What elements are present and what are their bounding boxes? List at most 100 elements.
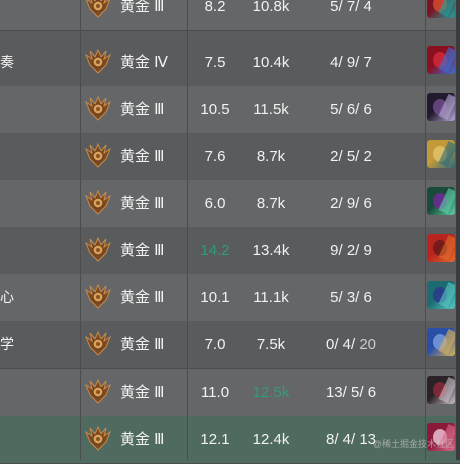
kills-value: 5 [330,0,339,15]
kda-value: 2/ 5/ 2 [330,148,372,165]
assists-value: 6 [363,101,372,118]
table-row[interactable]: 黄金 Ⅲ 14.2 13.4k 9/ 2/ 9 [0,227,460,275]
score-value: 14.2 [200,242,230,259]
kills-value: 5 [330,289,339,306]
deaths-value: 9 [346,195,356,212]
table-row[interactable]: 黄金 Ⅲ 7.6 8.7k 2/ 5/ 2 [0,133,460,181]
kills-value: 0 [325,336,335,353]
assists-value: 2 [363,148,372,165]
kills-value: 5 [330,101,339,118]
rank-label: 黄金 Ⅲ [120,289,165,306]
table-row[interactable]: 黄金 Ⅲ 6.0 8.7k 2/ 9/ 6 [0,180,460,228]
kills-value: 13 [325,384,343,401]
gold-rank-emblem-icon [84,235,112,263]
kills-value: 4 [330,54,339,71]
table-row[interactable]: 黄金 Ⅲ 11.0 12.5k 13/ 5/ 6 [0,369,460,417]
score-value: 10.1 [200,289,230,306]
assists-value: 4 [363,0,372,15]
score-value: 6.0 [204,195,226,212]
gold-value: 8.7k [256,148,286,165]
rank-label: 黄金 Ⅲ [120,195,165,212]
table-row[interactable]: 黄金 Ⅲ 10.5 11.5k 5/ 6/ 6 [0,86,460,134]
gold-value: 10.8k [252,0,290,15]
kda-value: 5/ 7/ 4 [330,0,372,15]
kda-value: 2/ 9/ 6 [330,195,372,212]
rank-label: 黄金 Ⅲ [120,336,165,353]
gold-rank-emblem-icon [84,47,112,75]
deaths-value: 4 [342,431,351,448]
gold-rank-emblem-icon [84,141,112,169]
champion-portrait[interactable] [427,376,455,404]
champion-portrait[interactable] [427,0,455,18]
assists-value: 7 [363,54,372,71]
kda-value: 5/ 3/ 6 [330,289,372,306]
gold-value: 7.5k [256,336,286,353]
kills-value: 9 [330,242,339,259]
kda-value: 4/ 9/ 7 [330,54,372,71]
deaths-value: 5 [346,148,356,165]
deaths-value: 6 [346,101,356,118]
kda-value: 5/ 6/ 6 [330,101,372,118]
kda-value: 9/ 2/ 9 [330,242,372,259]
column-divider [425,0,426,460]
rank-label: 黄金 Ⅲ [120,431,165,448]
match-scoreboard: 黄金 Ⅲ 8.2 10.8k 5/ 7/ 4 奏 黄金 Ⅳ 7.5 10.4k 4/ 9/ 7 黄… [0,0,460,464]
deaths-value: 5 [351,384,360,401]
gold-value: 12.4k [252,431,290,448]
rank-label: 黄金 Ⅲ [120,384,165,401]
score-value: 7.5 [204,54,226,71]
champion-portrait[interactable] [427,93,455,121]
gold-value: 8.7k [256,195,286,212]
champion-portrait[interactable] [427,328,455,356]
score-value: 11.0 [200,384,230,401]
rank-label: 黄金 Ⅳ [120,54,169,71]
champion-portrait[interactable] [427,281,455,309]
kda-value: 0/ 4/ 20 [325,336,377,353]
table-row[interactable]: 黄金 Ⅲ 8.2 10.8k 5/ 7/ 4 [0,0,460,31]
rank-label: 黄金 Ⅲ [120,242,165,259]
gold-rank-emblem-icon [84,0,112,19]
deaths-value: 4 [342,336,351,353]
gold-rank-emblem-icon [84,282,112,310]
score-value: 8.2 [204,0,226,15]
deaths-value: 7 [346,0,356,15]
watermark: @稀土掘金技术社区 [372,439,454,449]
rank-label: 黄金 Ⅲ [120,148,165,165]
gold-rank-emblem-icon [84,188,112,216]
kills-value: 8 [325,431,335,448]
assists-value: 6 [363,195,372,212]
champion-portrait[interactable] [427,234,455,262]
assists-value: 6 [363,289,372,306]
column-divider [187,0,188,460]
gold-value: 11.5k [253,101,289,118]
score-value: 7.0 [204,336,226,353]
player-name: 学 [0,336,14,352]
champion-portrait[interactable] [427,46,455,74]
champion-portrait[interactable] [427,187,455,215]
gold-rank-emblem-icon [84,329,112,357]
table-row[interactable]: 学 黄金 Ⅲ 7.0 7.5k 0/ 4/ 20 [0,321,460,369]
score-value: 12.1 [200,431,230,448]
score-value: 7.6 [204,148,226,165]
deaths-value: 9 [346,54,356,71]
score-value: 10.5 [200,101,230,118]
kills-value: 2 [330,148,339,165]
table-row[interactable]: 奏 黄金 Ⅳ 7.5 10.4k 4/ 9/ 7 [0,39,460,87]
assists-value: 20 [359,336,377,353]
column-divider [80,0,81,460]
gold-rank-emblem-icon [84,424,112,452]
champion-portrait[interactable] [427,140,455,168]
player-name: 心 [0,289,14,305]
rank-label: 黄金 Ⅲ [120,0,165,15]
gold-rank-emblem-icon [84,94,112,122]
rank-label: 黄金 Ⅲ [120,101,165,118]
player-name: 奏 [0,54,14,70]
gold-rank-emblem-icon [84,377,112,405]
gold-value: 12.5k [252,384,290,401]
gold-value: 13.4k [252,242,290,259]
deaths-value: 2 [346,242,356,259]
scrollbar[interactable] [456,0,460,460]
assists-value: 6 [367,384,377,401]
kills-value: 2 [330,195,339,212]
table-row[interactable]: 心 黄金 Ⅲ 10.1 11.1k 5/ 3/ 6 [0,274,460,322]
